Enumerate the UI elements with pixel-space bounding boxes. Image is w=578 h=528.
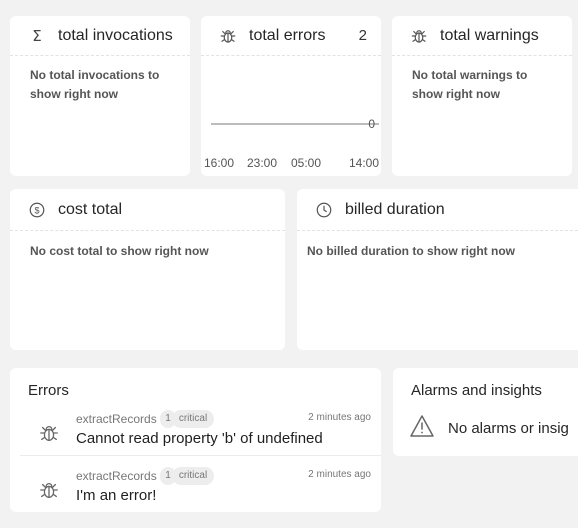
cost-total-empty-message: No cost total to show right now [30, 244, 209, 258]
alarms-panel-title: Alarms and insights [411, 382, 542, 399]
errors-panel: Errors extractRecords 1 critical 2 minut… [10, 368, 381, 512]
error-function-name: extractRecords [76, 469, 157, 483]
clock-icon [315, 201, 333, 219]
errors-chart: 0 16:00 23:00 05:00 14:00 [201, 56, 381, 176]
cost-total-title: cost total [58, 200, 123, 218]
total-invocations-title: total invocations [58, 26, 173, 44]
alarms-empty-message: No alarms or insig [448, 420, 569, 437]
billed-duration-title: billed duration [345, 200, 445, 218]
total-errors-count: 2 [358, 27, 367, 44]
bug-icon [219, 27, 237, 45]
sigma-icon: Σ [32, 26, 42, 45]
svg-text:$: $ [34, 205, 39, 215]
total-invocations-header: Σ total invocations [10, 16, 190, 56]
total-invocations-empty-message: No total invocations to show right now [30, 68, 160, 101]
severity-badge: critical [172, 410, 214, 428]
total-warnings-title: total warnings [440, 26, 539, 44]
errors-panel-title: Errors [28, 382, 69, 399]
error-list-item[interactable]: extractRecords 1 critical 2 minutes ago … [10, 465, 381, 511]
billed-duration-empty-message: No billed duration to show right now [307, 244, 515, 258]
error-timestamp: 2 minutes ago [308, 469, 371, 480]
total-invocations-card: Σ total invocations No total invocations… [10, 16, 190, 176]
total-warnings-header: total warnings [392, 16, 572, 56]
error-function-name: extractRecords [76, 412, 157, 426]
bug-icon [38, 422, 60, 444]
bug-icon [38, 479, 60, 501]
warning-triangle-icon [409, 414, 435, 443]
dollar-circle-icon: $ [28, 201, 46, 219]
divider [20, 455, 381, 456]
alarms-insights-panel: Alarms and insights No alarms or insig [393, 368, 578, 456]
error-list-item[interactable]: extractRecords 1 critical 2 minutes ago … [10, 408, 381, 454]
error-timestamp: 2 minutes ago [308, 412, 371, 423]
x-tick-label: 23:00 [247, 156, 277, 170]
x-tick-label: 14:00 [349, 156, 379, 170]
y-tick-label: 0 [368, 117, 375, 131]
error-message: I'm an error! [76, 487, 157, 504]
errors-chart-svg: 0 16:00 23:00 05:00 14:00 [204, 117, 379, 170]
cost-total-card: $ cost total No cost total to show right… [10, 189, 285, 350]
total-warnings-empty-message: No total warnings to show right now [412, 68, 528, 101]
billed-duration-card: billed duration No billed duration to sh… [297, 189, 578, 350]
billed-duration-header: billed duration [297, 189, 578, 231]
severity-badge: critical [172, 467, 214, 485]
bug-icon [410, 27, 428, 45]
x-tick-label: 16:00 [204, 156, 234, 170]
cost-total-header: $ cost total [10, 189, 285, 231]
total-errors-title: total errors [249, 26, 326, 44]
total-errors-header: total errors 2 [201, 16, 381, 56]
error-message: Cannot read property 'b' of undefined [76, 430, 323, 447]
x-tick-label: 05:00 [291, 156, 321, 170]
total-warnings-card: total warnings No total warnings to show… [392, 16, 572, 176]
total-errors-card: total errors 2 0 16:00 23:00 05:00 14:00 [201, 16, 381, 176]
